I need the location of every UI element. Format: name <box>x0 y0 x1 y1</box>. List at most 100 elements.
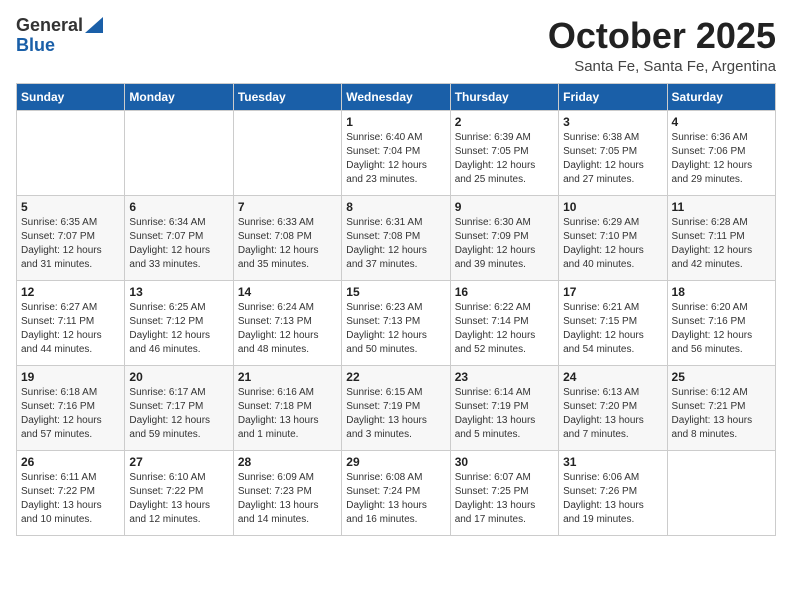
day-of-week-header: Monday <box>125 83 233 110</box>
day-number: 19 <box>21 370 120 384</box>
location-title: Santa Fe, Santa Fe, Argentina <box>548 58 776 75</box>
calendar-header: SundayMondayTuesdayWednesdayThursdayFrid… <box>17 83 776 110</box>
day-number: 15 <box>346 285 445 299</box>
day-info: Sunrise: 6:38 AM Sunset: 7:05 PM Dayligh… <box>563 131 662 187</box>
calendar-cell <box>125 110 233 195</box>
day-number: 4 <box>672 115 771 129</box>
day-number: 18 <box>672 285 771 299</box>
day-info: Sunrise: 6:09 AM Sunset: 7:23 PM Dayligh… <box>238 471 337 527</box>
calendar-cell: 3 Sunrise: 6:38 AM Sunset: 7:05 PM Daylig… <box>559 110 667 195</box>
calendar-cell: 16 Sunrise: 6:22 AM Sunset: 7:14 PM Dayli… <box>450 280 558 365</box>
day-number: 3 <box>563 115 662 129</box>
day-number: 14 <box>238 285 337 299</box>
day-number: 6 <box>129 200 228 214</box>
title-area: October 2025 Santa Fe, Santa Fe, Argenti… <box>548 16 776 75</box>
day-number: 2 <box>455 115 554 129</box>
calendar-cell: 22 Sunrise: 6:15 AM Sunset: 7:19 PM Dayli… <box>342 365 450 450</box>
day-info: Sunrise: 6:18 AM Sunset: 7:16 PM Dayligh… <box>21 386 120 442</box>
calendar-cell: 20 Sunrise: 6:17 AM Sunset: 7:17 PM Dayli… <box>125 365 233 450</box>
day-info: Sunrise: 6:15 AM Sunset: 7:19 PM Dayligh… <box>346 386 445 442</box>
calendar-body: 1 Sunrise: 6:40 AM Sunset: 7:04 PM Daylig… <box>17 110 776 535</box>
day-info: Sunrise: 6:12 AM Sunset: 7:21 PM Dayligh… <box>672 386 771 442</box>
day-number: 28 <box>238 455 337 469</box>
day-number: 13 <box>129 285 228 299</box>
day-number: 25 <box>672 370 771 384</box>
day-of-week-header: Sunday <box>17 83 125 110</box>
day-number: 1 <box>346 115 445 129</box>
calendar-week-row: 12Sunrise: 6:27 AM Sunset: 7:11 PM Dayli… <box>17 280 776 365</box>
day-info: Sunrise: 6:14 AM Sunset: 7:19 PM Dayligh… <box>455 386 554 442</box>
day-number: 26 <box>21 455 120 469</box>
calendar-cell: 28 Sunrise: 6:09 AM Sunset: 7:23 PM Dayli… <box>233 450 341 535</box>
day-info: Sunrise: 6:25 AM Sunset: 7:12 PM Dayligh… <box>129 301 228 357</box>
calendar-week-row: 1 Sunrise: 6:40 AM Sunset: 7:04 PM Daylig… <box>17 110 776 195</box>
calendar-week-row: 19 Sunrise: 6:18 AM Sunset: 7:16 PM Dayli… <box>17 365 776 450</box>
day-of-week-header: Wednesday <box>342 83 450 110</box>
logo-blue-text: Blue <box>16 36 55 56</box>
day-info: Sunrise: 6:06 AM Sunset: 7:26 PM Dayligh… <box>563 471 662 527</box>
day-info: Sunrise: 6:20 AM Sunset: 7:16 PM Dayligh… <box>672 301 771 357</box>
day-info: Sunrise: 6:16 AM Sunset: 7:18 PM Dayligh… <box>238 386 337 442</box>
day-info: Sunrise: 6:23 AM Sunset: 7:13 PM Dayligh… <box>346 301 445 357</box>
calendar-cell: 4Sunrise: 6:36 AM Sunset: 7:06 PM Daylig… <box>667 110 775 195</box>
calendar-cell: 9 Sunrise: 6:30 AM Sunset: 7:09 PM Daylig… <box>450 195 558 280</box>
day-info: Sunrise: 6:08 AM Sunset: 7:24 PM Dayligh… <box>346 471 445 527</box>
day-info: Sunrise: 6:35 AM Sunset: 7:07 PM Dayligh… <box>21 216 120 272</box>
day-number: 21 <box>238 370 337 384</box>
calendar-cell: 15 Sunrise: 6:23 AM Sunset: 7:13 PM Dayli… <box>342 280 450 365</box>
day-info: Sunrise: 6:31 AM Sunset: 7:08 PM Dayligh… <box>346 216 445 272</box>
day-number: 23 <box>455 370 554 384</box>
day-number: 9 <box>455 200 554 214</box>
calendar-cell: 27 Sunrise: 6:10 AM Sunset: 7:22 PM Dayli… <box>125 450 233 535</box>
day-number: 8 <box>346 200 445 214</box>
day-number: 20 <box>129 370 228 384</box>
calendar-week-row: 26Sunrise: 6:11 AM Sunset: 7:22 PM Dayli… <box>17 450 776 535</box>
calendar-cell: 19 Sunrise: 6:18 AM Sunset: 7:16 PM Dayli… <box>17 365 125 450</box>
day-of-week-header: Saturday <box>667 83 775 110</box>
logo-general-text: General <box>16 16 83 36</box>
day-number: 7 <box>238 200 337 214</box>
day-number: 10 <box>563 200 662 214</box>
day-info: Sunrise: 6:22 AM Sunset: 7:14 PM Dayligh… <box>455 301 554 357</box>
day-info: Sunrise: 6:13 AM Sunset: 7:20 PM Dayligh… <box>563 386 662 442</box>
day-info: Sunrise: 6:24 AM Sunset: 7:13 PM Dayligh… <box>238 301 337 357</box>
day-info: Sunrise: 6:07 AM Sunset: 7:25 PM Dayligh… <box>455 471 554 527</box>
calendar-cell: 21 Sunrise: 6:16 AM Sunset: 7:18 PM Dayli… <box>233 365 341 450</box>
calendar-cell: 1 Sunrise: 6:40 AM Sunset: 7:04 PM Daylig… <box>342 110 450 195</box>
calendar-cell: 26Sunrise: 6:11 AM Sunset: 7:22 PM Dayli… <box>17 450 125 535</box>
calendar-cell: 30 Sunrise: 6:07 AM Sunset: 7:25 PM Dayli… <box>450 450 558 535</box>
day-number: 11 <box>672 200 771 214</box>
calendar-cell: 12Sunrise: 6:27 AM Sunset: 7:11 PM Dayli… <box>17 280 125 365</box>
day-number: 16 <box>455 285 554 299</box>
day-info: Sunrise: 6:29 AM Sunset: 7:10 PM Dayligh… <box>563 216 662 272</box>
day-of-week-header: Tuesday <box>233 83 341 110</box>
day-info: Sunrise: 6:33 AM Sunset: 7:08 PM Dayligh… <box>238 216 337 272</box>
day-of-week-header: Friday <box>559 83 667 110</box>
day-info: Sunrise: 6:30 AM Sunset: 7:09 PM Dayligh… <box>455 216 554 272</box>
calendar-cell: 25 Sunrise: 6:12 AM Sunset: 7:21 PM Dayli… <box>667 365 775 450</box>
calendar-cell: 29 Sunrise: 6:08 AM Sunset: 7:24 PM Dayli… <box>342 450 450 535</box>
calendar-cell: 24Sunrise: 6:13 AM Sunset: 7:20 PM Dayli… <box>559 365 667 450</box>
calendar-cell: 14 Sunrise: 6:24 AM Sunset: 7:13 PM Dayli… <box>233 280 341 365</box>
day-number: 27 <box>129 455 228 469</box>
logo-triangle-icon <box>85 17 103 33</box>
calendar-cell <box>233 110 341 195</box>
calendar-cell: 17Sunrise: 6:21 AM Sunset: 7:15 PM Dayli… <box>559 280 667 365</box>
calendar-cell: 18 Sunrise: 6:20 AM Sunset: 7:16 PM Dayli… <box>667 280 775 365</box>
day-info: Sunrise: 6:34 AM Sunset: 7:07 PM Dayligh… <box>129 216 228 272</box>
day-number: 30 <box>455 455 554 469</box>
calendar-cell: 23 Sunrise: 6:14 AM Sunset: 7:19 PM Dayli… <box>450 365 558 450</box>
day-number: 29 <box>346 455 445 469</box>
day-number: 22 <box>346 370 445 384</box>
calendar-cell: 6 Sunrise: 6:34 AM Sunset: 7:07 PM Daylig… <box>125 195 233 280</box>
day-of-week-header: Thursday <box>450 83 558 110</box>
calendar-cell: 2Sunrise: 6:39 AM Sunset: 7:05 PM Daylig… <box>450 110 558 195</box>
month-title: October 2025 <box>548 16 776 56</box>
day-info: Sunrise: 6:10 AM Sunset: 7:22 PM Dayligh… <box>129 471 228 527</box>
day-info: Sunrise: 6:17 AM Sunset: 7:17 PM Dayligh… <box>129 386 228 442</box>
calendar-cell: 13 Sunrise: 6:25 AM Sunset: 7:12 PM Dayli… <box>125 280 233 365</box>
day-info: Sunrise: 6:40 AM Sunset: 7:04 PM Dayligh… <box>346 131 445 187</box>
logo: General Blue <box>16 16 103 56</box>
day-number: 31 <box>563 455 662 469</box>
calendar-cell <box>667 450 775 535</box>
